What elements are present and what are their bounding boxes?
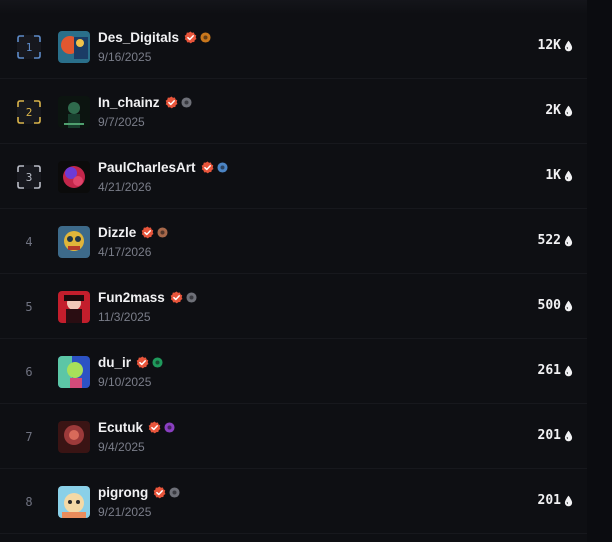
verified-badge-icon bbox=[136, 356, 149, 369]
avatar[interactable] bbox=[58, 161, 90, 193]
rank-badge: 3 bbox=[16, 164, 42, 190]
verified-badge-icon bbox=[184, 31, 197, 44]
rank-badge: 6 bbox=[16, 359, 42, 385]
verified-badge-icon bbox=[153, 486, 166, 499]
leaderboard-row[interactable]: 2 In_chainz 9/7/2025 2K bbox=[0, 79, 587, 144]
user-name[interactable]: Dizzle bbox=[98, 225, 136, 240]
date-label: 4/21/2026 bbox=[98, 180, 152, 194]
user-name-line: pigrong bbox=[98, 485, 180, 500]
verified-badge-icon bbox=[170, 291, 183, 304]
user-name[interactable]: PaulCharlesArt bbox=[98, 160, 196, 175]
avatar[interactable] bbox=[58, 486, 90, 518]
leaderboard-row[interactable]: 8 pigrong 9/21/2025 201 bbox=[0, 469, 587, 534]
status-badge-icon bbox=[152, 357, 163, 368]
rank-number: 6 bbox=[25, 365, 33, 379]
user-name-line: Fun2mass bbox=[98, 290, 197, 305]
status-badge-icon bbox=[186, 292, 197, 303]
leaderboard-list: 1 Des_Digitals 9/16/2025 12K 2 In_chainz 9/7/2… bbox=[0, 14, 587, 534]
rank-badge: 5 bbox=[16, 294, 42, 320]
drop-icon bbox=[564, 495, 573, 507]
score-value: 500 bbox=[537, 298, 561, 313]
avatar[interactable] bbox=[58, 226, 90, 258]
date-label: 4/17/2026 bbox=[98, 245, 152, 259]
drop-icon bbox=[564, 105, 573, 117]
leaderboard-row[interactable]: 6 du_ir 9/10/2025 261 bbox=[0, 339, 587, 404]
rank-number: 3 bbox=[25, 170, 33, 184]
date-label: 9/21/2025 bbox=[98, 505, 152, 519]
score-value: 201 bbox=[537, 428, 561, 443]
score-value: 12K bbox=[537, 38, 561, 53]
status-badge-icon bbox=[169, 487, 180, 498]
user-name-line: In_chainz bbox=[98, 95, 192, 110]
drop-icon bbox=[564, 235, 573, 247]
drop-icon bbox=[564, 40, 573, 52]
user-name-line: du_ir bbox=[98, 355, 163, 370]
rank-badge: 1 bbox=[16, 34, 42, 60]
user-name-line: PaulCharlesArt bbox=[98, 160, 228, 175]
avatar[interactable] bbox=[58, 31, 90, 63]
rank-badge: 7 bbox=[16, 424, 42, 450]
rank-badge: 8 bbox=[16, 489, 42, 515]
verified-badge-icon bbox=[148, 421, 161, 434]
leaderboard-row[interactable]: 7 Ecutuk 9/4/2025 201 bbox=[0, 404, 587, 469]
avatar[interactable] bbox=[58, 96, 90, 128]
verified-badge-icon bbox=[165, 96, 177, 109]
score-value: 201 bbox=[537, 493, 561, 508]
avatar[interactable] bbox=[58, 356, 90, 388]
user-name[interactable]: pigrong bbox=[98, 485, 148, 500]
drop-icon bbox=[564, 430, 573, 442]
avatar[interactable] bbox=[58, 421, 90, 453]
verified-badge-icon bbox=[141, 226, 154, 239]
score-value: 522 bbox=[537, 233, 561, 248]
leaderboard-row[interactable]: 3 PaulCharlesArt 4/21/2026 1K bbox=[0, 144, 587, 209]
rank-number: 8 bbox=[25, 495, 33, 509]
user-name[interactable]: Des_Digitals bbox=[98, 30, 179, 45]
status-badge-icon bbox=[217, 162, 228, 173]
user-name[interactable]: In_chainz bbox=[98, 95, 160, 110]
date-label: 9/10/2025 bbox=[98, 375, 152, 389]
rank-number: 1 bbox=[25, 40, 33, 54]
user-name-line: Dizzle bbox=[98, 225, 168, 240]
date-label: 11/3/2025 bbox=[98, 310, 151, 324]
leaderboard-row[interactable]: 5 Fun2mass 11/3/2025 500 bbox=[0, 274, 587, 339]
leaderboard-row[interactable]: 1 Des_Digitals 9/16/2025 12K bbox=[0, 14, 587, 79]
avatar[interactable] bbox=[58, 291, 90, 323]
rank-number: 5 bbox=[25, 300, 33, 314]
status-badge-icon bbox=[157, 227, 168, 238]
date-label: 9/16/2025 bbox=[98, 50, 152, 64]
status-badge-icon bbox=[164, 422, 175, 433]
leaderboard-row[interactable]: 4 Dizzle 4/17/2026 522 bbox=[0, 209, 587, 274]
rank-badge: 2 bbox=[16, 99, 42, 125]
user-name-line: Des_Digitals bbox=[98, 30, 211, 45]
status-badge-icon bbox=[200, 32, 211, 43]
score-value: 261 bbox=[537, 363, 561, 378]
score-value: 1K bbox=[545, 168, 561, 183]
date-label: 9/4/2025 bbox=[98, 440, 145, 454]
rank-number: 4 bbox=[25, 235, 33, 249]
leaderboard-panel: 1 Des_Digitals 9/16/2025 12K 2 In_chainz 9/7/2… bbox=[0, 0, 587, 542]
rank-badge: 4 bbox=[16, 229, 42, 255]
user-name[interactable]: Ecutuk bbox=[98, 420, 143, 435]
verified-badge-icon bbox=[201, 161, 213, 174]
status-badge-icon bbox=[180, 97, 192, 108]
top-fade bbox=[0, 0, 587, 14]
date-label: 9/7/2025 bbox=[98, 115, 145, 129]
rank-number: 7 bbox=[25, 430, 33, 444]
rank-number: 2 bbox=[25, 105, 33, 119]
drop-icon bbox=[564, 300, 573, 312]
user-name[interactable]: du_ir bbox=[98, 355, 131, 370]
drop-icon bbox=[564, 170, 573, 182]
user-name-line: Ecutuk bbox=[98, 420, 175, 435]
score-value: 2K bbox=[545, 103, 561, 118]
drop-icon bbox=[564, 365, 573, 377]
user-name[interactable]: Fun2mass bbox=[98, 290, 165, 305]
